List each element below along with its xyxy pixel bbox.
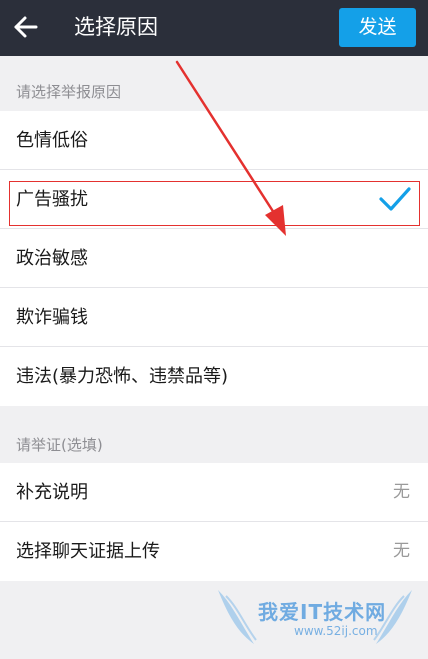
watermark-url: www.52ij.com: [294, 624, 378, 638]
reason-list: 色情低俗 广告骚扰 政治敏感 欺诈骗钱 违法(暴力恐怖、违禁品等): [0, 111, 428, 406]
reason-option-label: 欺诈骗钱: [16, 307, 88, 328]
watermark-title: 我爱IT技术网: [258, 600, 387, 624]
supplementary-note-row[interactable]: 补充说明 无: [0, 463, 428, 522]
evidence-section-label: 请举证(选填): [16, 436, 103, 454]
reason-option-political[interactable]: 政治敏感: [0, 229, 428, 288]
reason-option-label: 色情低俗: [16, 130, 88, 151]
evidence-list: 补充说明 无 选择聊天证据上传 无: [0, 463, 428, 581]
back-arrow-icon: [14, 16, 38, 38]
back-button[interactable]: [10, 10, 44, 44]
reason-option-pornography[interactable]: 色情低俗: [0, 111, 428, 170]
wings-logo-icon: [218, 590, 412, 644]
evidence-row-value: 无: [393, 541, 410, 561]
send-button[interactable]: 发送: [339, 8, 416, 47]
checkmark-icon: [379, 187, 411, 211]
reasons-section-label: 请选择举报原因: [16, 83, 122, 101]
reason-option-ad-harassment[interactable]: 广告骚扰: [0, 170, 428, 229]
reason-option-label: 广告骚扰: [16, 189, 88, 210]
reason-option-label: 违法(暴力恐怖、违禁品等): [16, 366, 229, 387]
top-bar: 选择原因 发送: [0, 0, 428, 56]
chat-evidence-upload-row[interactable]: 选择聊天证据上传 无: [0, 522, 428, 581]
evidence-row-value: 无: [393, 482, 410, 502]
evidence-row-label: 补充说明: [16, 482, 88, 503]
site-watermark: 我爱IT技术网 www.52ij.com: [210, 582, 420, 654]
reason-option-label: 政治敏感: [16, 248, 88, 269]
reason-option-illegal[interactable]: 违法(暴力恐怖、违禁品等): [0, 347, 428, 406]
page-title: 选择原因: [74, 15, 158, 39]
reason-option-fraud[interactable]: 欺诈骗钱: [0, 288, 428, 347]
evidence-row-label: 选择聊天证据上传: [16, 541, 160, 562]
